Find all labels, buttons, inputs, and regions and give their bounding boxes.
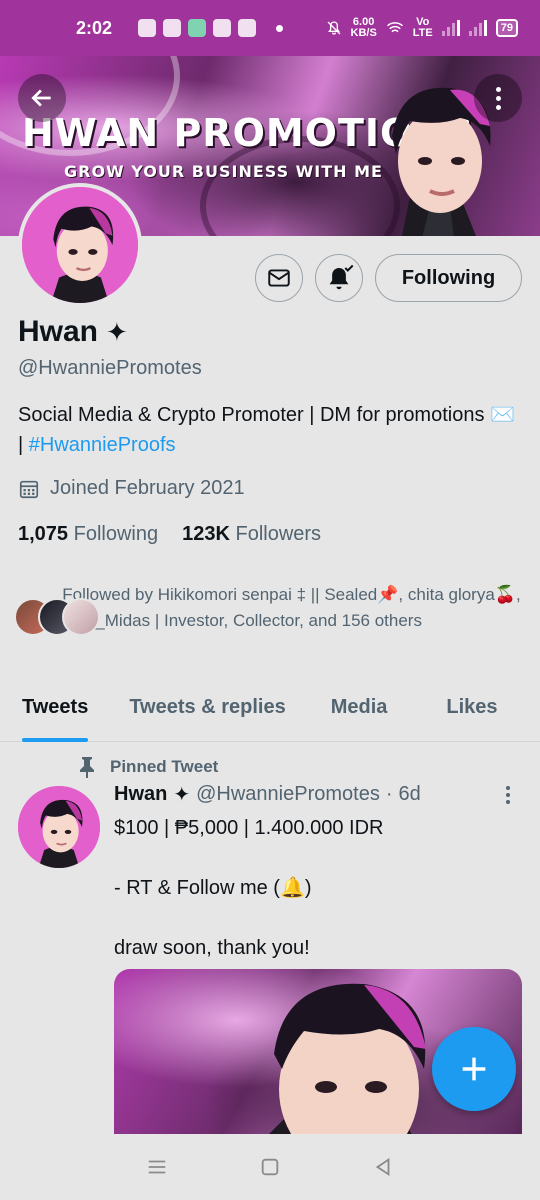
app-notification-icon [238, 19, 257, 37]
home-icon[interactable] [259, 1156, 281, 1178]
following-count: 1,075 [18, 523, 69, 545]
wifi-icon [386, 22, 403, 33]
notification-icons [138, 19, 257, 37]
discord-icon [138, 19, 157, 37]
profile-handle: @HwanniePromotes [18, 357, 202, 379]
meta-separator: · [385, 783, 393, 805]
tweet-more-button[interactable] [506, 786, 510, 804]
plus-icon [462, 1057, 486, 1081]
profile-avatar[interactable] [18, 183, 142, 307]
tweet-header: Hwan ✦ @HwanniePromotes · 6d [114, 782, 421, 807]
mute-bell-icon [327, 21, 340, 35]
dot-icon [506, 793, 510, 797]
tweet-author-avatar[interactable] [18, 786, 100, 868]
compose-tweet-button[interactable] [432, 1027, 516, 1111]
back-button[interactable] [18, 74, 66, 122]
dot-icon [495, 86, 501, 92]
calendar-icon [19, 480, 39, 498]
followers-stat[interactable]: 123K Followers [182, 523, 321, 546]
volte-indicator: Vo LTE [413, 17, 433, 39]
pinned-label: Pinned Tweet [78, 756, 218, 778]
tab-tweets-replies[interactable]: Tweets & replies [129, 688, 285, 741]
avatar-illustration [22, 187, 138, 303]
dot-icon [495, 95, 501, 101]
chat-app-icon [188, 19, 207, 37]
profile-name-text: Hwan [18, 315, 99, 348]
tweet-author-name[interactable]: Hwan [114, 783, 167, 806]
profile-bio: Social Media & Crypto Promoter | DM for … [18, 400, 518, 460]
followed-by[interactable]: Followed by Hikikomori senpai ‡ || Seale… [14, 582, 524, 638]
message-button[interactable] [255, 254, 303, 302]
messenger-icon [163, 19, 182, 37]
tab-likes[interactable]: Likes [446, 688, 497, 741]
lte-label: LTE [412, 27, 433, 39]
notifications-button[interactable] [315, 254, 363, 302]
followers-count: 123K [182, 523, 230, 545]
tweet-author-handle[interactable]: @HwanniePromotes [196, 783, 380, 806]
status-bar: 2:02 6.00 KB/S Vo LTE 79 [0, 0, 540, 56]
tab-media[interactable]: Media [331, 688, 388, 741]
avatar-illustration [18, 786, 100, 868]
net-speed: 6.00 KB/S [351, 17, 377, 39]
joined-date: Joined February 2021 [18, 477, 245, 500]
status-time: 2:02 [76, 17, 113, 38]
followed-by-text: Followed by Hikikomori senpai ‡ || Seale… [62, 585, 521, 630]
tab-tweets[interactable]: Tweets [22, 688, 89, 742]
dot-icon [506, 786, 510, 790]
recent-apps-icon[interactable] [146, 1156, 168, 1178]
pinned-text: Pinned Tweet [110, 757, 219, 776]
follower-avatars [14, 598, 100, 638]
following-stat-label: Following [73, 523, 159, 545]
system-nav-bar [0, 1134, 540, 1200]
more-notifications-dot-icon [276, 24, 284, 32]
bell-check-icon [329, 264, 354, 290]
tweet-text: $100 | ₱5,000 | 1.400.000 IDR - RT & Fol… [114, 817, 384, 959]
verified-badge-icon: ✦ [173, 784, 191, 806]
pin-icon [80, 757, 94, 778]
followers-stat-label: Followers [235, 523, 322, 545]
following-button[interactable]: Following [375, 254, 522, 302]
hashtag-link[interactable]: #HwannieProofs [29, 434, 176, 456]
battery-icon: 79 [495, 19, 518, 37]
net-speed-unit: KB/S [350, 27, 377, 39]
signal-2-icon [468, 20, 487, 36]
joined-text: Joined February 2021 [50, 477, 245, 499]
following-stat[interactable]: 1,075 Following [18, 523, 158, 546]
arrow-left-icon [31, 89, 51, 107]
shopping-icon [213, 19, 232, 37]
verified-badge-icon: ✦ [106, 316, 128, 347]
follow-stats: 1,075 Following 123K Followers [18, 523, 321, 546]
back-nav-icon[interactable] [372, 1156, 394, 1178]
tweet-age[interactable]: 6d [399, 783, 421, 806]
dot-icon [495, 104, 501, 110]
more-options-button[interactable] [474, 74, 522, 122]
dot-icon [506, 800, 510, 804]
profile-name: Hwan ✦ [18, 315, 128, 349]
profile-tabs: Tweets Tweets & replies Media Likes [0, 688, 540, 742]
envelope-icon [268, 269, 290, 287]
signal-1-icon [441, 20, 460, 36]
follower-avatar [62, 598, 100, 636]
